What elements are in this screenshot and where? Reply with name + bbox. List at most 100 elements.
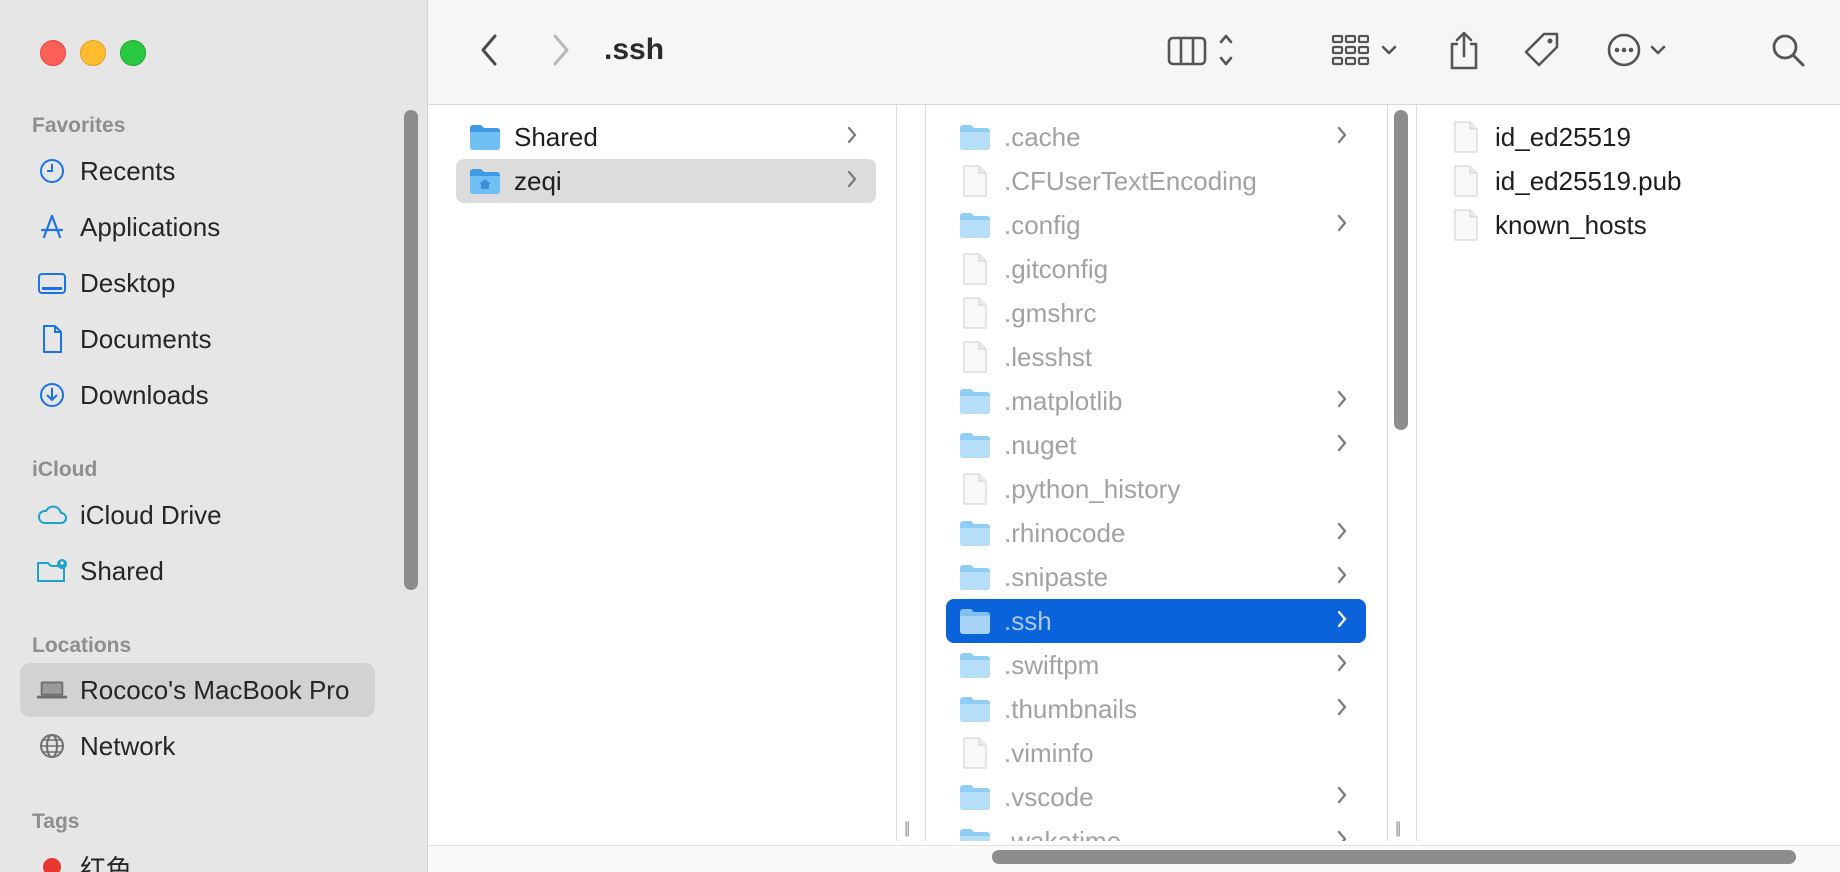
chevron-right-icon [846, 125, 858, 151]
item-name: .CFUserTextEncoding [1004, 165, 1257, 196]
share-button[interactable] [1444, 30, 1484, 74]
chevron-right-icon [1336, 521, 1348, 547]
forward-button[interactable] [540, 30, 580, 74]
sidebar-item-label: Rococo's MacBook Pro [80, 674, 350, 705]
folder-icon [958, 605, 992, 637]
home-folder-icon [468, 165, 502, 197]
sidebar-item-icloud-drive[interactable]: iCloud Drive [20, 488, 375, 542]
list-item[interactable]: .matplotlib [946, 379, 1366, 423]
list-item-selected[interactable]: .ssh [946, 599, 1366, 643]
column-2: .cache .CFUserTextEncoding .config .gitconf… [926, 105, 1387, 841]
column-resize-handle[interactable]: || [904, 820, 910, 838]
folder-icon [468, 121, 502, 153]
list-item[interactable]: .snipaste [946, 555, 1366, 599]
window-title: .ssh [604, 33, 665, 66]
sidebar-item-shared[interactable]: Shared [20, 544, 375, 598]
chevron-right-icon [846, 169, 858, 195]
list-item-selected[interactable]: zeqi [456, 159, 876, 203]
folder-icon [958, 693, 992, 725]
item-name: .swiftpm [1004, 649, 1100, 680]
list-item[interactable]: id_ed25519.pub [1437, 159, 1817, 203]
document-icon [36, 323, 68, 355]
folder-icon [958, 825, 992, 841]
list-item[interactable]: Shared [456, 115, 876, 159]
column-resize-handle[interactable]: || [1395, 820, 1401, 838]
sidebar-item-applications[interactable]: Applications [20, 200, 375, 254]
close-button[interactable] [40, 40, 66, 66]
sidebar-item-downloads[interactable]: Downloads [20, 368, 375, 422]
toolbar: .ssh [428, 0, 1840, 105]
file-icon [958, 737, 992, 769]
group-icon [1331, 32, 1405, 73]
list-item[interactable]: .rhinocode [946, 511, 1366, 555]
search-button[interactable] [1766, 30, 1810, 74]
list-item[interactable]: .gmshrc [946, 291, 1366, 335]
horizontal-scrollbar[interactable] [992, 850, 1796, 864]
list-item[interactable]: .cache [946, 115, 1366, 159]
view-mode-button[interactable] [1162, 30, 1242, 74]
list-item[interactable]: known_hosts [1437, 203, 1817, 247]
tag-dot-icon [36, 851, 68, 872]
list-item[interactable]: .viminfo [946, 731, 1366, 775]
sidebar-item-label: iCloud Drive [80, 499, 222, 530]
item-name: .thumbnails [1004, 693, 1137, 724]
group-button[interactable] [1331, 30, 1405, 74]
item-name: .snipaste [1004, 561, 1109, 592]
item-name: .matplotlib [1004, 385, 1123, 416]
more-button[interactable] [1606, 30, 1680, 74]
item-name: known_hosts [1495, 209, 1647, 240]
item-name: .config [1004, 209, 1081, 240]
chevron-right-icon [1336, 433, 1348, 459]
list-item[interactable]: .thumbnails [946, 687, 1366, 731]
list-item[interactable]: .swiftpm [946, 643, 1366, 687]
list-item[interactable]: .config [946, 203, 1366, 247]
sidebar-item-label: Shared [80, 555, 164, 586]
column-view-icon [1167, 32, 1237, 73]
chevron-right-icon [1336, 829, 1348, 841]
sidebar-item-label: Desktop [80, 267, 176, 298]
zoom-button[interactable] [120, 40, 146, 66]
list-item[interactable]: .CFUserTextEncoding [946, 159, 1366, 203]
list-item[interactable]: .nuget [946, 423, 1366, 467]
desktop-icon [36, 267, 68, 299]
folder-icon [958, 385, 992, 417]
list-item[interactable]: .vscode [946, 775, 1366, 819]
list-item[interactable]: .python_history [946, 467, 1366, 511]
sidebar-item-documents[interactable]: Documents [20, 312, 375, 366]
list-item[interactable]: .lesshst [946, 335, 1366, 379]
file-icon [958, 473, 992, 505]
list-item[interactable]: .wakatime [946, 819, 1366, 841]
search-icon [1770, 32, 1806, 73]
chevron-right-icon [549, 33, 571, 72]
sidebar-scrollbar[interactable] [404, 110, 418, 590]
file-icon [958, 341, 992, 373]
sidebar-item-desktop[interactable]: Desktop [20, 256, 375, 310]
item-name: .viminfo [1004, 737, 1094, 768]
list-item[interactable]: .gitconfig [946, 247, 1366, 291]
more-icon [1606, 30, 1680, 75]
column-1: Shared zeqi [428, 105, 896, 841]
tag-button[interactable] [1520, 30, 1564, 74]
item-name: Shared [514, 121, 598, 152]
file-icon [1449, 165, 1483, 197]
folder-icon [958, 781, 992, 813]
sidebar-section-locations: Locations [32, 634, 132, 657]
sidebar: Favorites Recents Applications Desktop D… [0, 0, 428, 872]
item-name: .gmshrc [1004, 297, 1097, 328]
back-button[interactable] [470, 30, 510, 74]
item-name: .lesshst [1004, 341, 1093, 372]
sidebar-item-tag-red[interactable]: 红色 [20, 840, 375, 872]
sidebar-item-network[interactable]: Network [20, 719, 375, 773]
file-icon [958, 165, 992, 197]
minimize-button[interactable] [80, 40, 106, 66]
item-name: .python_history [1004, 473, 1181, 504]
sidebar-item-label: Recents [80, 155, 176, 186]
file-icon [1449, 121, 1483, 153]
column-2-scrollbar[interactable] [1394, 110, 1408, 430]
sidebar-item-label: Documents [80, 323, 212, 354]
chevron-right-icon [1336, 389, 1348, 415]
item-name: .vscode [1004, 781, 1094, 812]
sidebar-item-recents[interactable]: Recents [20, 144, 375, 198]
sidebar-item-macbook[interactable]: Rococo's MacBook Pro [20, 663, 375, 717]
list-item[interactable]: id_ed25519 [1437, 115, 1817, 159]
